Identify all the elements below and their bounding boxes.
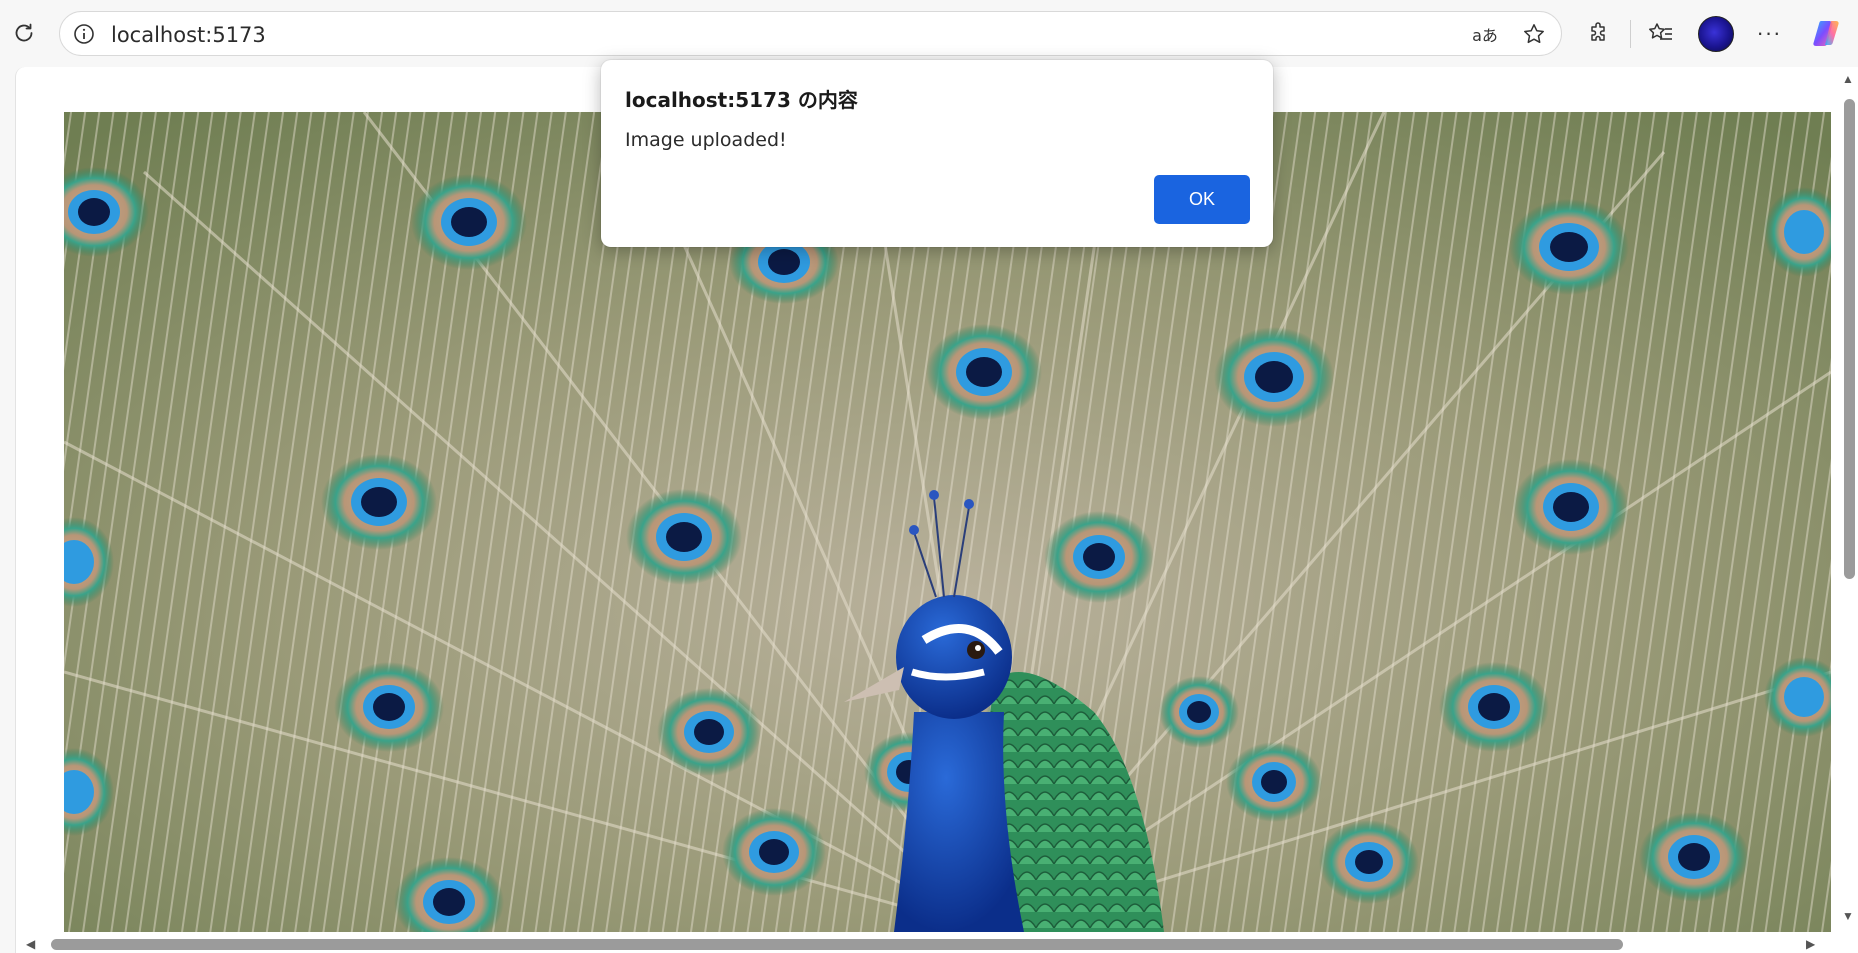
- vertical-scroll-thumb[interactable]: [1844, 99, 1855, 579]
- scroll-left-arrow[interactable]: ◀: [26, 938, 35, 950]
- more-icon: ···: [1756, 20, 1782, 45]
- favorites-icon: [1649, 23, 1672, 40]
- more-button[interactable]: ···: [1753, 17, 1785, 49]
- scroll-up-arrow[interactable]: ▲: [1842, 73, 1854, 85]
- alert-dialog: localhost:5173 の内容 Image uploaded! OK: [601, 60, 1273, 247]
- scroll-down-arrow[interactable]: ▼: [1842, 910, 1854, 922]
- browser-toolbar: localhost:5173 aあ ···: [0, 0, 1858, 67]
- read-aloud-icon: aあ: [1472, 26, 1498, 45]
- horizontal-scroll-thumb[interactable]: [51, 939, 1623, 950]
- star-icon: [1524, 24, 1544, 44]
- avatar[interactable]: [1698, 16, 1734, 52]
- site-info-button[interactable]: [70, 20, 98, 48]
- address-bar[interactable]: localhost:5173 aあ: [59, 11, 1562, 56]
- url-text[interactable]: localhost:5173: [111, 23, 266, 47]
- ok-button[interactable]: OK: [1154, 175, 1250, 224]
- horizontal-scrollbar[interactable]: ◀ ▶: [16, 935, 1839, 953]
- read-aloud-button[interactable]: aあ: [1470, 20, 1500, 48]
- copilot-button[interactable]: [1808, 15, 1844, 51]
- favorite-button[interactable]: [1519, 20, 1549, 48]
- dialog-title: localhost:5173 の内容: [625, 88, 858, 112]
- puzzle-icon: [1591, 22, 1605, 41]
- reload-button[interactable]: [8, 17, 40, 49]
- favorites-button[interactable]: [1645, 17, 1677, 49]
- dialog-message: Image uploaded!: [625, 129, 787, 151]
- scroll-right-arrow[interactable]: ▶: [1806, 938, 1815, 950]
- info-icon: [74, 24, 94, 44]
- vertical-scrollbar[interactable]: ▲ ▼: [1838, 67, 1858, 953]
- reload-icon: [15, 23, 33, 42]
- toolbar-separator: [1630, 20, 1631, 48]
- copilot-icon: [1813, 21, 1839, 46]
- extensions-button[interactable]: [1583, 17, 1615, 49]
